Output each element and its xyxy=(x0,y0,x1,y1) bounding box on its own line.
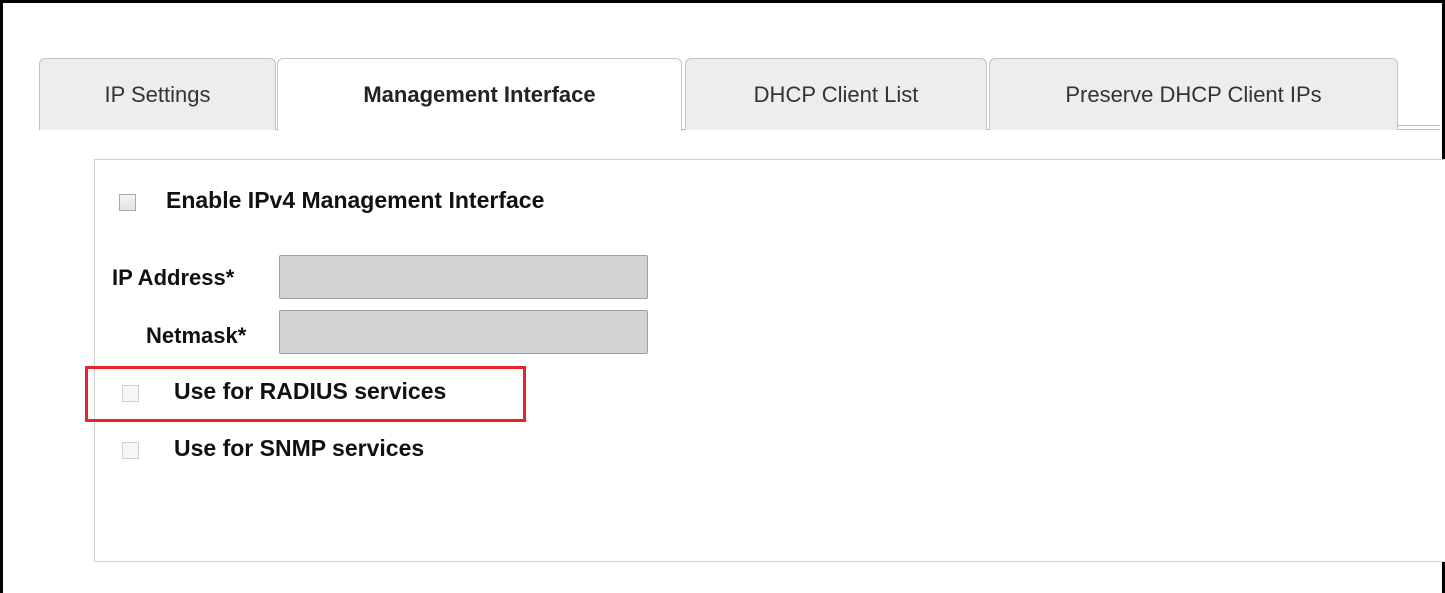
tab-dhcp-client-list-label: DHCP Client List xyxy=(753,81,919,107)
tab-management-interface-label: Management Interface xyxy=(363,82,596,107)
netmask-field[interactable] xyxy=(279,310,648,354)
enable-ipv4-checkbox[interactable] xyxy=(119,194,136,211)
radius-label: Use for RADIUS services xyxy=(174,378,447,404)
management-interface-panel xyxy=(94,159,1445,562)
tab-dhcp-client-list[interactable]: DHCP Client List xyxy=(685,58,987,130)
tab-preserve-dhcp-client-ips-label: Preserve DHCP Client IPs xyxy=(1065,81,1322,107)
snmp-label: Use for SNMP services xyxy=(174,435,425,461)
tab-strip-tail xyxy=(1398,125,1440,126)
tab-ip-settings-label: IP Settings xyxy=(104,81,211,107)
radius-checkbox[interactable] xyxy=(122,385,139,402)
snmp-checkbox[interactable] xyxy=(122,442,139,459)
ip-address-label: IP Address* xyxy=(112,265,235,290)
tab-management-interface[interactable]: Management Interface xyxy=(277,58,682,131)
tab-ip-settings[interactable]: IP Settings xyxy=(39,58,276,130)
tab-preserve-dhcp-client-ips[interactable]: Preserve DHCP Client IPs xyxy=(989,58,1398,130)
netmask-label: Netmask* xyxy=(146,323,247,348)
enable-ipv4-label: Enable IPv4 Management Interface xyxy=(166,187,545,213)
ip-address-field[interactable] xyxy=(279,255,648,299)
